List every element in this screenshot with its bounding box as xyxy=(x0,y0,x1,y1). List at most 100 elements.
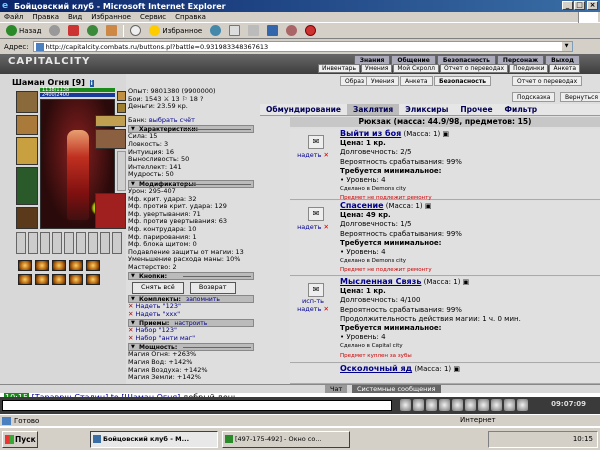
potion-slot-9[interactable] xyxy=(112,232,122,254)
subnav-poedinki[interactable]: Поединки xyxy=(509,64,549,73)
menu-view[interactable]: Вид xyxy=(68,13,82,21)
potion-slot-8[interactable] xyxy=(100,232,110,254)
return-button[interactable]: Возврат xyxy=(189,282,236,295)
back-link-button[interactable]: Вернуться xyxy=(560,92,600,102)
tab-obraz[interactable]: Образ xyxy=(340,76,370,86)
earring-slot[interactable] xyxy=(117,91,126,101)
search-button[interactable] xyxy=(128,24,143,38)
translit-icon[interactable] xyxy=(491,399,502,411)
armor-slot[interactable] xyxy=(16,167,38,205)
potion-slot-6[interactable] xyxy=(76,232,86,254)
tab-eliksiry[interactable]: Эликсиры xyxy=(399,104,454,115)
stop-button[interactable] xyxy=(66,24,81,38)
history-button[interactable] xyxy=(208,24,223,38)
forward-button[interactable] xyxy=(47,24,62,38)
tab-obmundirovanie[interactable]: Обмундирование xyxy=(260,104,347,115)
filter-icon[interactable] xyxy=(439,399,450,411)
mail-button[interactable] xyxy=(227,24,242,38)
potion-slot-2[interactable] xyxy=(28,232,38,254)
subnav-moy-skroll[interactable]: Мой Скролл xyxy=(393,64,439,73)
subnav-inventar[interactable]: Инвентарь xyxy=(317,64,361,73)
spell-slot-9[interactable] xyxy=(69,274,83,285)
discuss-button[interactable] xyxy=(284,24,299,38)
start-button[interactable]: Пуск xyxy=(2,431,38,448)
equip-link[interactable]: надеть xyxy=(297,223,321,231)
configure-link[interactable]: настроить xyxy=(174,320,207,327)
potion-slot-7[interactable] xyxy=(88,232,98,254)
delete-icon[interactable]: ✕ xyxy=(128,310,133,318)
spell-slot-4[interactable] xyxy=(69,260,83,271)
remember-set-link[interactable]: запомнить xyxy=(186,296,220,303)
back-button[interactable]: Назад xyxy=(4,24,43,38)
tab-bezopasnost[interactable]: Безопасность xyxy=(434,76,492,86)
settings-icon[interactable] xyxy=(452,399,463,411)
buttons-section-header[interactable]: ▼ Кнопки: xyxy=(128,272,254,281)
address-dropdown-icon[interactable]: ▼ xyxy=(561,42,572,51)
menu-edit[interactable]: Правка xyxy=(32,13,59,21)
potion-slot-3[interactable] xyxy=(40,232,50,254)
address-input[interactable]: http://capitalcity.combats.ru/buttons.pl… xyxy=(32,41,573,52)
tab-system-messages[interactable]: Системные сообщения xyxy=(352,385,441,393)
messenger-button[interactable] xyxy=(303,24,318,38)
send-icon[interactable] xyxy=(400,399,411,411)
item-name[interactable]: Спасение xyxy=(340,201,384,210)
info-icon[interactable]: i xyxy=(89,80,94,87)
clear-icon[interactable] xyxy=(413,399,424,411)
close-button[interactable]: × xyxy=(587,1,598,10)
tab-anketa[interactable]: Анкета xyxy=(400,76,433,86)
users-icon[interactable] xyxy=(465,399,476,411)
rings-slot[interactable] xyxy=(95,115,126,127)
techniques-section-header[interactable]: ▼ Приемы: настроить xyxy=(128,319,254,328)
bank-link[interactable]: выбрать счёт xyxy=(149,116,195,124)
weapon-slot[interactable] xyxy=(16,137,38,165)
spell-slot-2[interactable] xyxy=(35,260,49,271)
belt-slot[interactable] xyxy=(16,207,38,229)
amulet-slot[interactable] xyxy=(117,103,126,113)
potion-slot-1[interactable] xyxy=(16,232,26,254)
smile-icon[interactable] xyxy=(426,399,437,411)
tab-prochee[interactable]: Прочее xyxy=(454,104,498,115)
potion-slot-5[interactable] xyxy=(64,232,74,254)
modifiers-section-header[interactable]: ▼ Модификаторы: xyxy=(128,179,254,188)
use-equip-link[interactable]: исп-ть надеть xyxy=(297,297,324,313)
home-button[interactable] xyxy=(104,24,119,38)
spell-slot-5[interactable] xyxy=(86,260,100,271)
subnav-umeniya[interactable]: Умения xyxy=(361,64,393,73)
menu-favorites[interactable]: Избранное xyxy=(91,13,131,21)
spell-slot-7[interactable] xyxy=(35,274,49,285)
delete-icon[interactable]: ✕ xyxy=(323,223,328,231)
bracer-slot[interactable] xyxy=(16,115,38,135)
chat-input[interactable] xyxy=(2,400,392,411)
refresh-button[interactable] xyxy=(85,24,100,38)
print-button[interactable] xyxy=(246,24,261,38)
exit-icon[interactable] xyxy=(517,399,528,411)
equip-link[interactable]: надеть xyxy=(297,151,321,159)
potion-slot-4[interactable] xyxy=(52,232,62,254)
spell-slot-3[interactable] xyxy=(52,260,66,271)
tab-chat[interactable]: Чат xyxy=(325,385,348,393)
spell-slot-6[interactable] xyxy=(18,274,32,285)
tab-otchet[interactable]: Отчет о переводах xyxy=(512,76,583,86)
subnav-anketa[interactable]: Анкета xyxy=(549,64,580,73)
delete-icon[interactable]: ✕ xyxy=(323,305,328,313)
delete-icon[interactable]: ✕ xyxy=(128,334,133,342)
favorites-button[interactable]: Избранное xyxy=(147,24,204,38)
helmet-slot[interactable] xyxy=(16,91,38,113)
refresh-icon[interactable] xyxy=(504,399,515,411)
subnav-otchet[interactable]: Отчет о переводах xyxy=(439,64,509,73)
hint-button[interactable]: Подсказка xyxy=(512,92,556,102)
menu-tools[interactable]: Сервис xyxy=(140,13,166,21)
tab-filtr[interactable]: Фильтр xyxy=(499,104,544,115)
maximize-button[interactable]: □ xyxy=(574,1,585,10)
taskbar-item-browser[interactable]: Бойцовский клуб - М... xyxy=(90,431,218,448)
legs-slot[interactable] xyxy=(95,193,126,229)
tab-umeniya[interactable]: Умения xyxy=(366,76,400,86)
taskbar-item-chat[interactable]: [497-175-492] - Окно со... xyxy=(222,431,350,448)
shield-slot[interactable] xyxy=(117,151,126,191)
delete-icon[interactable]: ✕ xyxy=(323,151,328,159)
spell-slot-10[interactable] xyxy=(86,274,100,285)
sets-section-header[interactable]: ▼ Комплекты: запомнить xyxy=(128,295,254,304)
menu-help[interactable]: Справка xyxy=(175,13,206,21)
item-name[interactable]: Выйти из боя xyxy=(340,129,401,138)
edit-button[interactable] xyxy=(265,24,280,38)
